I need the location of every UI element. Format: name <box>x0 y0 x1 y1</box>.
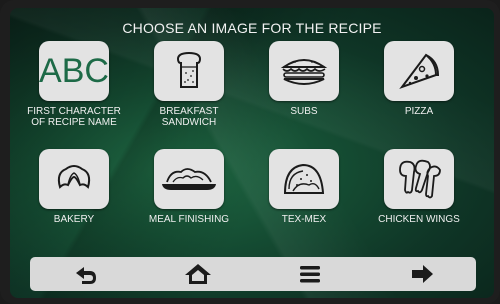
tile-label-meal-finishing: MEAL FINISHING <box>148 214 230 225</box>
tile-bakery[interactable] <box>39 149 109 209</box>
tile-label-bakery: BAKERY <box>53 214 95 225</box>
back-icon <box>76 267 96 284</box>
bottom-nav-bar <box>30 257 476 291</box>
sub-sandwich-icon <box>280 59 328 85</box>
tile-label-chicken-wings: CHICKEN WINGS <box>378 214 460 225</box>
menu-icon <box>300 266 320 283</box>
tile-subs[interactable] <box>269 41 339 101</box>
home-button[interactable] <box>168 257 228 291</box>
tile-label-subs: SUBS <box>290 106 318 117</box>
tile-breakfast-sandwich[interactable] <box>154 41 224 101</box>
tile-label-tex-mex: TEX-MEX <box>281 214 327 225</box>
tile-tex-mex[interactable] <box>269 149 339 209</box>
screen: CHOOSE AN IMAGE FOR THE RECIPE ABC FIRST… <box>10 8 494 298</box>
device-frame: CHOOSE AN IMAGE FOR THE RECIPE ABC FIRST… <box>0 0 500 304</box>
forward-button[interactable] <box>392 257 452 291</box>
tile-label-breakfast-sandwich: BREAKFAST SANDWICH <box>159 106 219 128</box>
tile-label-pizza: PIZZA <box>404 106 434 117</box>
chicken-wings-icon <box>399 159 441 199</box>
tile-chicken-wings[interactable] <box>384 149 454 209</box>
tile-meal-finishing[interactable] <box>154 149 224 209</box>
tile-label-first-character: FIRST CHARACTER OF RECIPE NAME <box>27 106 121 128</box>
home-icon <box>185 264 211 284</box>
tile-first-character[interactable]: ABC <box>39 41 109 101</box>
taco-icon <box>283 163 325 194</box>
pizza-slice-icon <box>399 53 440 90</box>
forward-icon <box>412 265 433 283</box>
page-title: CHOOSE AN IMAGE FOR THE RECIPE <box>122 20 382 36</box>
croissant-icon <box>57 165 91 189</box>
back-button[interactable] <box>56 257 116 291</box>
toast-icon <box>176 51 202 88</box>
plated-meal-icon <box>162 168 216 190</box>
abc-text-icon: ABC <box>39 51 109 90</box>
menu-button[interactable] <box>280 257 340 291</box>
tile-pizza[interactable] <box>384 41 454 101</box>
